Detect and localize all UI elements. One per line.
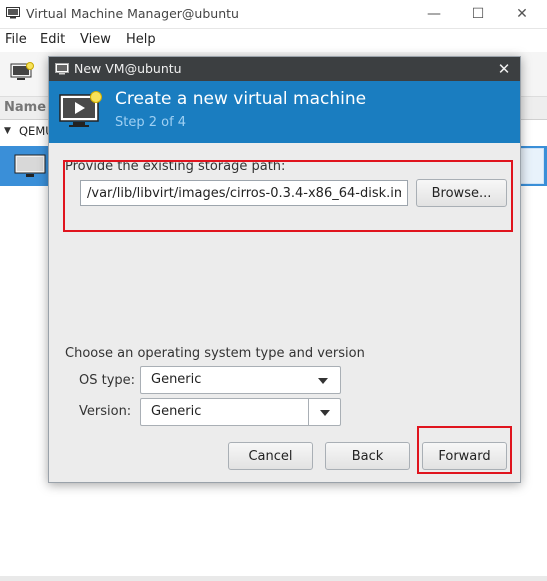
os-section-heading: Choose an operating system type and vers… bbox=[65, 346, 365, 361]
dialog-close-button[interactable]: ✕ bbox=[494, 58, 514, 80]
back-button[interactable]: Back bbox=[325, 442, 410, 470]
os-type-select[interactable]: Generic bbox=[140, 366, 341, 394]
menu-file[interactable]: File bbox=[5, 32, 27, 47]
chevron-down-icon bbox=[318, 378, 328, 384]
wizard-title: Create a new virtual machine bbox=[115, 89, 367, 109]
close-window-button[interactable]: ✕ bbox=[508, 4, 536, 24]
menu-help[interactable]: Help bbox=[126, 32, 156, 47]
cancel-button[interactable]: Cancel bbox=[228, 442, 313, 470]
main-window-title: Virtual Machine Manager@ubuntu bbox=[26, 6, 239, 21]
version-combo[interactable]: Generic bbox=[140, 398, 341, 426]
menu-view[interactable]: View bbox=[80, 32, 111, 47]
menu-edit[interactable]: Edit bbox=[40, 32, 65, 47]
expand-arrow-icon[interactable]: ▼ bbox=[4, 126, 11, 136]
minimize-button[interactable]: — bbox=[420, 4, 448, 24]
combo-divider bbox=[308, 399, 309, 425]
new-vm-dialog: New VM@ubuntu ✕ Create a new virtual mac… bbox=[48, 56, 521, 483]
chevron-down-icon[interactable] bbox=[320, 410, 330, 416]
os-type-label: OS type: bbox=[79, 373, 136, 388]
wizard-header: Create a new virtual machine Step 2 of 4 bbox=[49, 81, 520, 143]
main-menubar: File Edit View Help bbox=[0, 29, 547, 51]
vm-monitor-icon bbox=[14, 154, 46, 177]
storage-path-highlight bbox=[63, 160, 513, 232]
column-header-name[interactable]: Name bbox=[4, 100, 46, 115]
virt-manager-app-icon bbox=[55, 63, 69, 75]
new-vm-monitor-icon bbox=[59, 91, 102, 127]
forward-button-highlight bbox=[417, 426, 512, 474]
vm-row-detail-box bbox=[518, 148, 544, 184]
maximize-button[interactable]: ☐ bbox=[464, 4, 492, 24]
main-window-titlebar: Virtual Machine Manager@ubuntu — ☐ ✕ bbox=[0, 0, 547, 29]
virt-manager-app-icon bbox=[6, 7, 20, 19]
version-value: Generic bbox=[151, 404, 202, 419]
version-label: Version: bbox=[79, 404, 132, 419]
new-vm-icon[interactable] bbox=[10, 62, 34, 82]
os-type-value: Generic bbox=[151, 372, 202, 387]
bottom-status-strip bbox=[0, 576, 547, 581]
dialog-title: New VM@ubuntu bbox=[74, 61, 182, 76]
dialog-titlebar: New VM@ubuntu ✕ bbox=[49, 57, 520, 81]
wizard-step-indicator: Step 2 of 4 bbox=[115, 115, 187, 130]
